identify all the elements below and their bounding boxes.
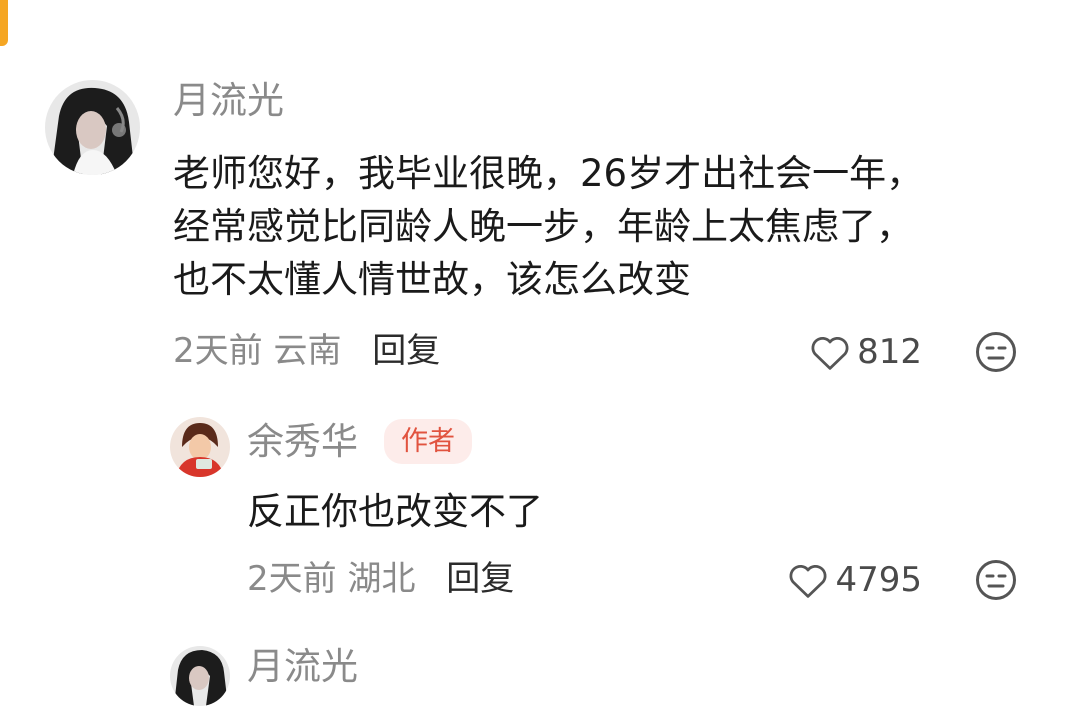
like-count: 812 xyxy=(857,332,922,372)
like-button[interactable]: 4795 xyxy=(787,561,922,599)
reply-button[interactable]: 回复 xyxy=(446,559,514,599)
comment-text-line: 老师您好，我毕业很晚，26岁才出社会一年， xyxy=(173,152,924,195)
like-count: 4795 xyxy=(835,560,922,600)
avatar[interactable] xyxy=(45,80,140,175)
heart-outline-icon xyxy=(790,565,827,598)
comment-time: 2天前 xyxy=(173,331,263,371)
comment-text-line: 经常感觉比同龄人晚一步，年龄上太焦虑了， xyxy=(173,205,913,248)
comment-meta: 2天前 湖北 回复 xyxy=(247,562,514,596)
comment-text-line: 反正你也改变不了 xyxy=(247,490,543,533)
reply-button[interactable]: 回复 xyxy=(372,331,440,371)
comment-meta: 2天前 云南 回复 xyxy=(173,334,440,368)
avatar[interactable] xyxy=(170,646,230,706)
comment-author[interactable]: 月流光 xyxy=(247,648,358,685)
heart-outline-icon xyxy=(811,337,849,370)
avatar[interactable] xyxy=(170,417,230,477)
comment-time: 2天前 xyxy=(247,559,337,599)
comment-text-line: 也不太懂人情世故，该怎么改变 xyxy=(173,258,691,301)
comment-text: 反正你也改变不了 xyxy=(247,485,543,538)
comment-author[interactable]: 余秀华 xyxy=(247,423,358,460)
reaction-button[interactable] xyxy=(975,559,1017,605)
comment-location: 云南 xyxy=(273,331,342,371)
comment-location: 湖北 xyxy=(347,559,416,599)
like-button[interactable]: 812 xyxy=(809,333,922,371)
reaction-button[interactable] xyxy=(975,331,1017,377)
neutral-face-icon xyxy=(976,560,1016,600)
author-badge: 作者 xyxy=(384,419,472,465)
top-accent-tab xyxy=(0,0,8,46)
comment-text: 老师您好，我毕业很晚，26岁才出社会一年， 经常感觉比同龄人晚一步，年龄上太焦虑… xyxy=(173,147,923,306)
neutral-face-icon xyxy=(976,332,1016,372)
comment-author[interactable]: 月流光 xyxy=(173,82,284,119)
